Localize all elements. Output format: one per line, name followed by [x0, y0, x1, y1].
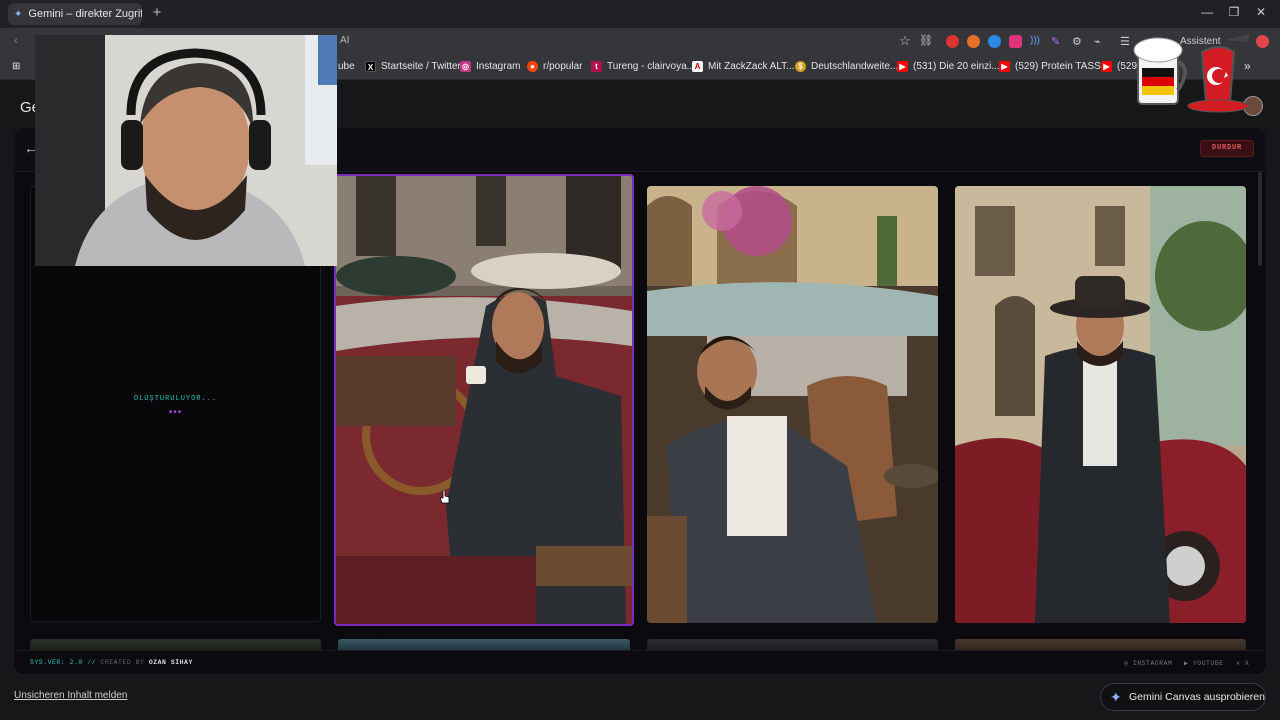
instagram-link[interactable]: ◎ INSTAGRAM: [1124, 659, 1172, 667]
generated-image-1[interactable]: [334, 174, 634, 626]
extension-shield-icon[interactable]: [1009, 35, 1022, 48]
author-name: OZAN SİHAY: [148, 659, 193, 666]
apps-grid-icon[interactable]: ⊞: [12, 61, 20, 72]
bookmark-item[interactable]: ● r/popular: [527, 61, 582, 72]
app-footer: SYS.VER: 2.0 // CREATED BY OZAN SİHAY ◎ …: [14, 650, 1266, 674]
bookmark-label: Tureng - clairvoya...: [607, 61, 695, 72]
extension-wave-icon[interactable]: ))): [1030, 35, 1043, 48]
youtube-icon: ▶: [1101, 61, 1112, 72]
generated-image-3[interactable]: [955, 186, 1246, 623]
streamer-webcam-image: [35, 35, 337, 266]
address-text[interactable]: AI: [340, 35, 349, 46]
report-unsafe-content-link[interactable]: Unsicheren Inhalt melden: [14, 690, 127, 701]
created-by-label: CREATED BY: [100, 659, 145, 666]
hand-cursor-icon: [440, 490, 450, 504]
zackzack-icon: A: [692, 61, 703, 72]
generated-image-2[interactable]: [647, 186, 938, 623]
version-label: SYS.VER: 2.0 //: [30, 659, 97, 666]
new-tab-button[interactable]: +: [149, 4, 165, 22]
bookmark-item[interactable]: ube: [338, 61, 355, 72]
beer-mug-and-turkish-tea-icon: [1133, 34, 1250, 113]
x-link[interactable]: ✕ X: [1236, 659, 1249, 667]
bookmark-item[interactable]: $ Deutschlandweite...: [795, 61, 898, 72]
bookmark-label: Instagram: [476, 61, 521, 72]
extension-red-icon[interactable]: [946, 35, 959, 48]
gemini-star-icon: ✦: [14, 8, 23, 20]
canvas-button-label: Gemini Canvas ausprobieren: [1129, 691, 1265, 703]
stop-button[interactable]: DURDUR: [1200, 140, 1254, 157]
man-in-convertible-image: [336, 176, 632, 624]
extensions-puzzle-icon[interactable]: ⚙: [1072, 35, 1085, 48]
bookmark-label: (531) Die 20 einzi...: [913, 61, 1000, 72]
link-icon[interactable]: ⛓: [919, 34, 933, 47]
tab-gemini[interactable]: ✦ Gemini – direkter Zugriff auf G: [8, 3, 142, 25]
instagram-label: INSTAGRAM: [1132, 660, 1173, 667]
generating-label: OLUŞTURULUYOR...: [133, 395, 218, 403]
bookmark-item[interactable]: ▶ (529) Protein TASS...: [999, 61, 1109, 72]
extension-blue-icon[interactable]: [988, 35, 1001, 48]
bookmark-item[interactable]: ◎ Instagram: [460, 61, 520, 72]
bookmark-label: (529) Protein TASS...: [1015, 61, 1110, 72]
bookmark-label: Mit ZackZack ALT...: [708, 61, 795, 72]
webcam-overlay: [35, 35, 337, 266]
coin-icon: $: [795, 61, 806, 72]
tureng-icon: t: [591, 61, 602, 72]
bookmark-label: r/popular: [543, 61, 583, 72]
x-icon: X: [365, 61, 376, 72]
gemini-sparkle-icon: ✦: [1110, 689, 1122, 705]
youtube-link[interactable]: ▶ YOUTUBE: [1184, 659, 1224, 667]
tab-title: Gemini – direkter Zugriff auf G: [28, 8, 142, 20]
minimize-icon[interactable]: —: [1200, 5, 1214, 19]
close-icon[interactable]: ✕: [1254, 5, 1268, 19]
man-with-fedora-image: [955, 186, 1246, 623]
back-icon[interactable]: ‹: [14, 35, 18, 47]
try-gemini-canvas-button[interactable]: ✦ Gemini Canvas ausprobieren: [1100, 683, 1266, 711]
youtube-label: YOUTUBE: [1192, 660, 1224, 667]
beer-and-tea-sticker: [1130, 32, 1270, 114]
x-label: X: [1244, 660, 1250, 667]
youtube-icon: ▶: [897, 61, 908, 72]
youtube-icon: ▶: [999, 61, 1010, 72]
bookmark-label: ube: [338, 61, 355, 72]
instagram-icon: ◎: [460, 61, 471, 72]
bookmark-label: Deutschlandweite...: [811, 61, 899, 72]
bookmark-item[interactable]: t Tureng - clairvoya...: [591, 61, 695, 72]
extension-broom-icon[interactable]: ⌁: [1094, 35, 1107, 48]
reddit-icon: ●: [527, 61, 538, 72]
browser-tab-bar: ✦ Gemini – direkter Zugriff auf G + — ❐ …: [0, 0, 1280, 28]
bookmark-item[interactable]: X Startseite / Twitter: [365, 61, 461, 72]
extension-pen-icon[interactable]: ✎: [1051, 35, 1064, 48]
bookmark-star-icon[interactable]: ☆: [899, 33, 911, 49]
bookmark-label: Startseite / Twitter: [381, 61, 461, 72]
bookmark-item[interactable]: ▶ (531) Die 20 einzi...: [897, 61, 1000, 72]
version-info: SYS.VER: 2.0 // CREATED BY OZAN SİHAY: [30, 659, 193, 666]
loading-dots-icon: •••: [168, 407, 183, 418]
bookmark-item[interactable]: A Mit ZackZack ALT...: [692, 61, 795, 72]
scrollbar[interactable]: [1258, 172, 1262, 266]
restore-icon[interactable]: ❐: [1227, 5, 1241, 19]
man-sleeping-in-car-image: [647, 186, 938, 623]
extension-orange-icon[interactable]: [967, 35, 980, 48]
